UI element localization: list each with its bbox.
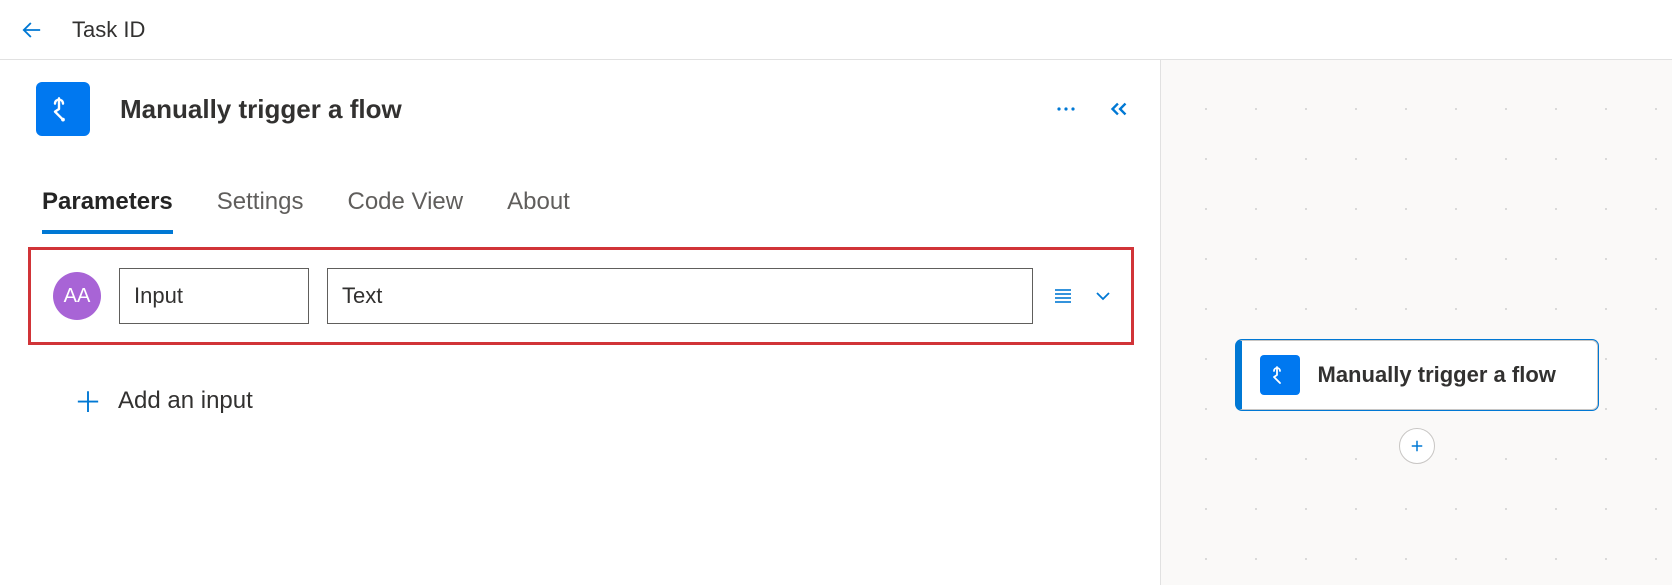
text-type-icon: AA: [53, 272, 101, 320]
panel-actions: [1054, 96, 1132, 122]
main: Manually trigger a flow Parameters Setti…: [0, 60, 1672, 585]
add-input-label: Add an input: [118, 387, 253, 415]
tab-settings[interactable]: Settings: [217, 188, 304, 234]
canvas-add-step-button[interactable]: [1399, 428, 1435, 464]
panel-header: Manually trigger a flow: [0, 82, 1160, 136]
collapse-panel-button[interactable]: [1106, 96, 1132, 122]
panel-title: Manually trigger a flow: [120, 94, 402, 125]
trigger-icon: [1260, 355, 1300, 395]
tab-about[interactable]: About: [507, 188, 570, 234]
more-options-button[interactable]: [1054, 97, 1078, 121]
add-input-button[interactable]: ＋ Add an input: [74, 381, 1160, 421]
flow-canvas[interactable]: Manually trigger a flow: [1160, 60, 1672, 585]
tabs: Parameters Settings Code View About: [0, 188, 1160, 234]
details-panel: Manually trigger a flow Parameters Setti…: [0, 60, 1160, 585]
input-value-field[interactable]: [327, 268, 1033, 324]
chevron-down-icon[interactable]: [1091, 284, 1115, 308]
input-name-field[interactable]: [119, 268, 309, 324]
topbar: Task ID: [0, 0, 1672, 60]
back-button[interactable]: [18, 16, 46, 44]
tab-code-view[interactable]: Code View: [347, 188, 463, 234]
input-row-actions: [1051, 284, 1115, 308]
input-parameter-row: AA: [28, 247, 1134, 345]
trigger-icon: [36, 82, 90, 136]
list-options-icon[interactable]: [1051, 284, 1075, 308]
canvas-trigger-card[interactable]: Manually trigger a flow: [1236, 340, 1598, 410]
tab-parameters[interactable]: Parameters: [42, 188, 173, 234]
plus-icon: ＋: [74, 381, 102, 421]
page-title: Task ID: [72, 17, 145, 43]
canvas-card-title: Manually trigger a flow: [1318, 360, 1556, 390]
